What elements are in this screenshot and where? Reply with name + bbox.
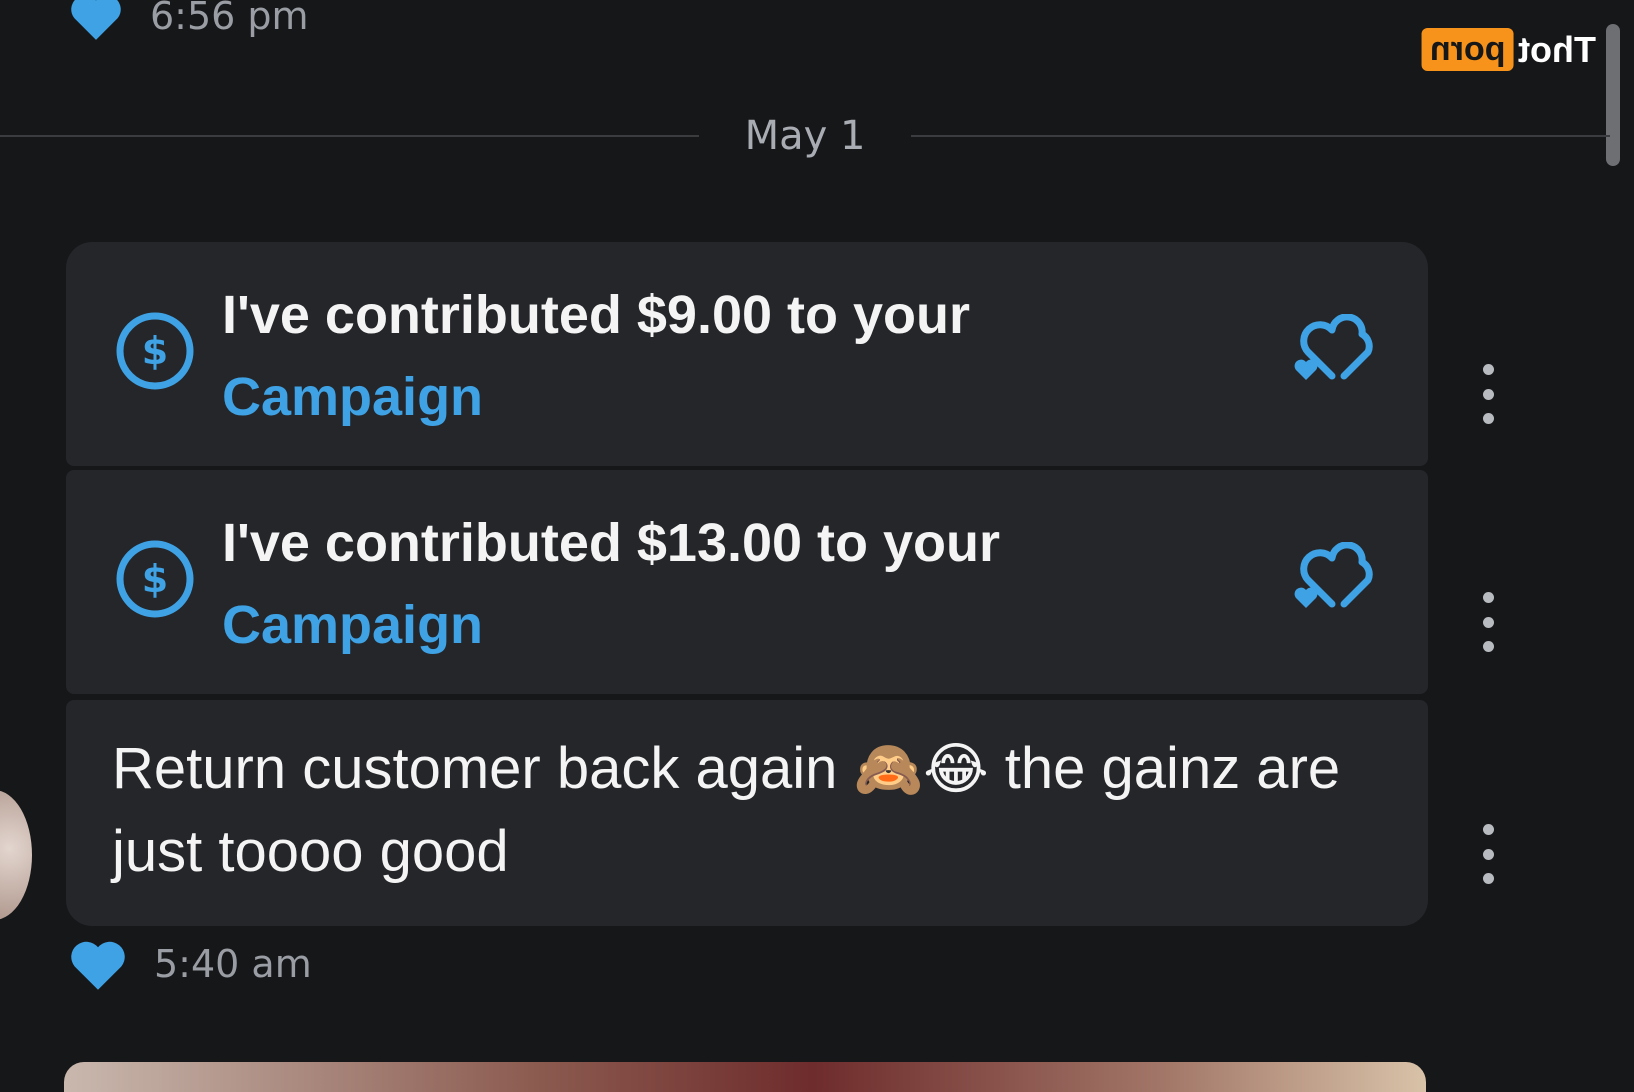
media-message-preview[interactable]	[64, 1062, 1426, 1092]
date-divider: May 1	[0, 108, 1611, 164]
svg-text:$: $	[142, 329, 168, 373]
more-options-button[interactable]	[1476, 364, 1500, 424]
see-no-evil-monkey-emoji: 🙈	[853, 737, 924, 802]
message-time: 6:56 pm	[150, 0, 309, 38]
watermark-text: Thot	[1518, 28, 1596, 70]
tip-message[interactable]: $ I've contributed $13.00 to your Campai…	[66, 470, 1428, 694]
date-label: May 1	[744, 113, 866, 159]
dollar-circle-icon: $	[114, 538, 196, 624]
divider-line	[911, 135, 1611, 137]
campaign-link[interactable]: Campaign	[222, 356, 970, 438]
more-options-button[interactable]	[1476, 592, 1500, 652]
message-time: 5:40 am	[154, 942, 312, 986]
avatar[interactable]	[0, 790, 32, 920]
watermark-box: porn	[1422, 28, 1515, 71]
more-options-button[interactable]	[1476, 824, 1500, 884]
dollar-circle-icon: $	[114, 310, 196, 396]
double-heart-icon[interactable]	[1292, 313, 1380, 388]
double-heart-icon[interactable]	[1292, 541, 1380, 616]
watermark: porn Thot	[1422, 28, 1596, 71]
campaign-link[interactable]: Campaign	[222, 584, 1000, 666]
message-text: Return customer back again 🙈😂 the gainz …	[112, 728, 1402, 893]
tip-message[interactable]: $ I've contributed $9.00 to your Campaig…	[66, 242, 1428, 466]
tip-text: I've contributed $13.00 to your Campaign	[222, 502, 1000, 666]
text-message[interactable]: Return customer back again 🙈😂 the gainz …	[66, 700, 1428, 926]
message-text-part: Return customer back again	[112, 736, 838, 801]
tip-message-text: I've contributed $13.00 to your	[222, 513, 1001, 573]
heart-icon[interactable]	[68, 937, 128, 991]
previous-message-meta: 6:56 pm	[68, 0, 309, 44]
tip-message-text: I've contributed $9.00 to your	[222, 285, 971, 345]
tip-text: I've contributed $9.00 to your Campaign	[222, 274, 970, 438]
svg-text:$: $	[142, 557, 168, 601]
message-meta: 5:40 am	[68, 932, 312, 996]
divider-line	[0, 135, 699, 137]
tears-of-joy-emoji: 😂	[923, 737, 989, 802]
heart-icon[interactable]	[68, 0, 124, 41]
